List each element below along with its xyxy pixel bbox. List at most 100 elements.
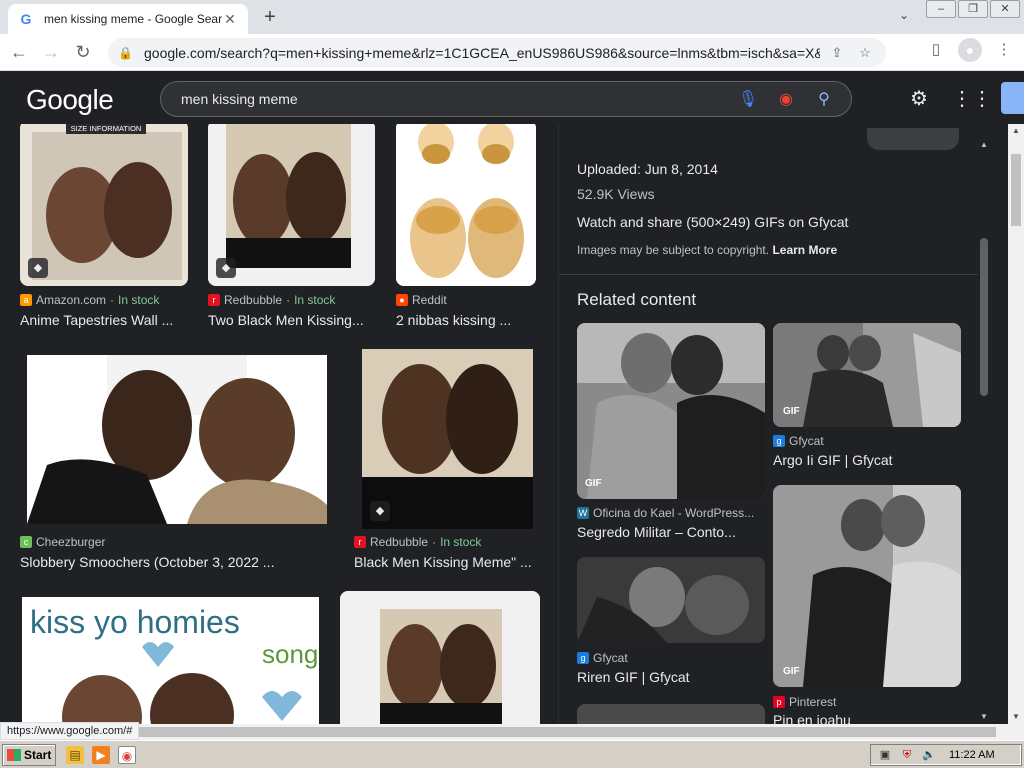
image-results-grid: SIZE INFORMATION ◆ a Amazon.com · In sto… xyxy=(0,124,556,724)
scroll-up-arrow-icon[interactable]: ▲ xyxy=(1008,124,1024,138)
result-thumbnail[interactable]: SIZE INFORMATION ◆ xyxy=(20,124,188,286)
source-name: Redbubble xyxy=(370,535,429,549)
quick-launch: ▤ ▶ ◉ xyxy=(66,746,136,764)
page-vertical-scrollbar[interactable]: ▲ ▼ xyxy=(1008,124,1024,724)
source-name: Redbubble xyxy=(224,293,283,307)
lock-icon[interactable]: 🔒 xyxy=(118,46,134,60)
gif-badge: GIF xyxy=(783,666,800,677)
chrome-icon[interactable]: ◉ xyxy=(118,746,136,764)
restore-button[interactable]: ❐ xyxy=(958,0,988,18)
google-favicon-icon: G xyxy=(20,11,32,27)
result-thumbnail[interactable]: ◆ xyxy=(208,124,375,286)
visit-button[interactable] xyxy=(867,128,959,150)
window-controls: – ❐ ✕ xyxy=(926,0,1020,18)
related-source[interactable]: W Oficina do Kael - WordPress... xyxy=(577,506,754,520)
google-logo[interactable]: Google xyxy=(26,84,114,116)
redbubble-favicon-icon: r xyxy=(354,536,366,548)
result-thumbnail[interactable] xyxy=(27,355,327,524)
settings-gear-icon[interactable]: ⚙ xyxy=(906,86,932,112)
result-caption[interactable]: Anime Tapestries Wall ... xyxy=(20,312,186,328)
system-clock[interactable]: 11:22 AM xyxy=(949,749,995,761)
side-panel-icon[interactable]: ▯ xyxy=(924,38,948,62)
page-horizontal-scrollbar[interactable] xyxy=(0,724,1024,740)
song-text: song xyxy=(262,639,318,669)
related-caption[interactable]: Pin en joahu xyxy=(773,712,963,724)
related-thumbnail[interactable] xyxy=(577,704,765,724)
related-content-heading: Related content xyxy=(577,290,697,309)
start-label: Start xyxy=(24,748,52,762)
google-apps-grid-icon[interactable]: ⋮⋮ xyxy=(952,86,992,112)
source-name: Gfycat xyxy=(789,434,824,448)
result-caption[interactable]: 2 nibbas kissing ... xyxy=(396,312,536,328)
forward-button[interactable]: → xyxy=(38,39,64,65)
related-caption[interactable]: Argo Ii GIF | Gfycat xyxy=(773,452,963,468)
related-thumbnail[interactable]: GIF xyxy=(773,485,961,687)
minimize-button[interactable]: – xyxy=(926,0,956,18)
copyright-text: Images may be subject to copyright. xyxy=(577,243,770,257)
result-thumbnail[interactable] xyxy=(396,124,536,286)
share-icon[interactable]: ⇪ xyxy=(826,45,848,61)
scroll-down-arrow-icon[interactable]: ▼ xyxy=(1008,710,1024,724)
new-tab-button[interactable]: + xyxy=(258,6,282,30)
sign-in-button[interactable] xyxy=(1001,82,1024,114)
source-name: Pinterest xyxy=(789,695,837,709)
panel-scroll-thumb[interactable] xyxy=(980,238,988,396)
kiss-yo-homies-text: kiss yo homies xyxy=(30,604,240,640)
profile-avatar[interactable]: ● xyxy=(958,38,982,62)
windows-taskbar: Start ▤ ▶ ◉ ▣ ⛨ 🔈 11:22 AM xyxy=(0,740,1024,768)
result-caption[interactable]: Two Black Men Kissing... xyxy=(208,312,374,328)
gif-badge: GIF xyxy=(783,406,800,417)
related-thumbnail[interactable] xyxy=(577,557,765,643)
volume-icon[interactable]: 🔈 xyxy=(921,747,937,763)
related-thumbnail[interactable]: GIF xyxy=(773,323,961,427)
url-text[interactable]: google.com/search?q=men+kissing+meme&rlz… xyxy=(144,45,820,61)
related-source[interactable]: g Gfycat xyxy=(773,434,824,448)
tab-search-chevron-icon[interactable]: ⌄ xyxy=(894,8,914,28)
horizontal-scroll-thumb[interactable] xyxy=(16,727,996,737)
search-magnifier-icon[interactable]: ⚲ xyxy=(809,89,839,109)
media-player-icon[interactable]: ▶ xyxy=(92,746,110,764)
start-button[interactable]: Start xyxy=(2,744,56,766)
result-source[interactable]: r Redbubble · In stock xyxy=(354,535,481,549)
related-source[interactable]: g Gfycat xyxy=(577,651,628,665)
result-thumbnail[interactable]: ◆ xyxy=(362,349,533,529)
address-bar[interactable]: 🔒 google.com/search?q=men+kissing+meme&r… xyxy=(108,38,886,67)
google-lens-icon[interactable]: ◉ xyxy=(771,89,801,109)
search-input[interactable]: men kissing meme xyxy=(181,91,725,107)
image-title[interactable]: Watch and share (500×249) GIFs on Gfycat xyxy=(577,214,848,230)
result-caption[interactable]: Slobbery Smoochers (October 3, 2022 ... xyxy=(20,554,340,570)
in-stock-label: In stock xyxy=(118,293,160,307)
shopping-tag-icon: ◆ xyxy=(216,258,236,278)
cheezburger-favicon-icon: c xyxy=(20,536,32,548)
tab-close-icon[interactable]: ✕ xyxy=(222,11,238,28)
chrome-menu-icon[interactable]: ⋮ xyxy=(992,38,1016,62)
panel-scrollbar[interactable]: ▲ ▼ xyxy=(978,140,990,724)
search-box[interactable]: men kissing meme 🎙 ◉ ⚲ xyxy=(160,81,852,117)
related-caption[interactable]: Riren GIF | Gfycat xyxy=(577,669,767,685)
page-scroll-thumb[interactable] xyxy=(1011,154,1021,226)
result-source[interactable]: c Cheezburger xyxy=(20,535,105,549)
view-count: 52.9K Views xyxy=(577,186,655,202)
related-source[interactable]: p Pinterest xyxy=(773,695,836,709)
voice-search-mic-icon[interactable]: 🎙 xyxy=(733,89,763,109)
network-icon[interactable]: ▣ xyxy=(877,747,893,763)
security-alert-icon[interactable]: ⛨ xyxy=(899,747,915,763)
google-header: Google men kissing meme 🎙 ◉ ⚲ ⚙ ⋮⋮ xyxy=(0,72,1024,124)
back-button[interactable]: ← xyxy=(6,39,32,65)
result-thumbnail[interactable] xyxy=(340,591,540,724)
bookmark-star-icon[interactable]: ☆ xyxy=(854,45,876,61)
file-explorer-icon[interactable]: ▤ xyxy=(66,746,84,764)
learn-more-link[interactable]: Learn More xyxy=(772,243,837,257)
scroll-up-arrow-icon[interactable]: ▲ xyxy=(978,140,990,152)
result-source[interactable]: a Amazon.com · In stock xyxy=(20,293,159,307)
result-caption[interactable]: Black Men Kissing Meme" ... xyxy=(354,554,544,570)
reload-button[interactable]: ↻ xyxy=(70,39,96,65)
result-source[interactable]: r Redbubble · In stock xyxy=(208,293,335,307)
related-thumbnail[interactable]: GIF xyxy=(577,323,765,499)
close-window-button[interactable]: ✕ xyxy=(990,0,1020,18)
related-caption[interactable]: Segredo Militar – Conto... xyxy=(577,524,767,540)
browser-tab-active[interactable]: G men kissing meme - Google Search ✕ xyxy=(8,4,248,34)
scroll-down-arrow-icon[interactable]: ▼ xyxy=(978,712,990,724)
result-thumbnail[interactable]: kiss yo homies song xyxy=(22,597,319,724)
result-source[interactable]: ● Reddit xyxy=(396,293,447,307)
